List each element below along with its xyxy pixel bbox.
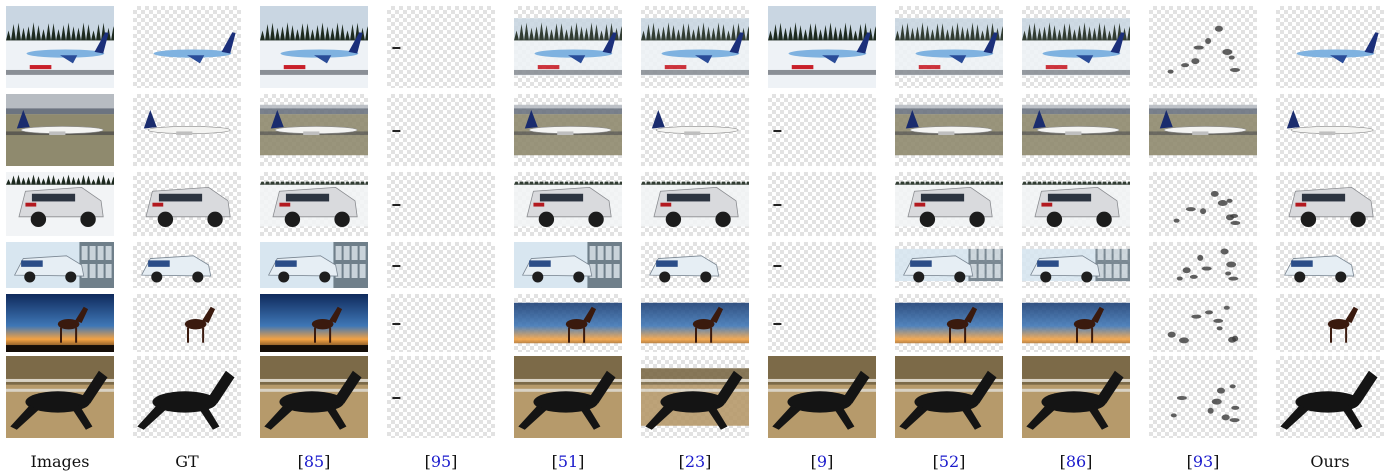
cell-horse-silhouette-col-6 xyxy=(768,294,876,352)
citation-number[interactable]: 93 xyxy=(1193,452,1213,471)
cell-horse-silhouette-col-10 xyxy=(1276,294,1384,352)
cell-car-white-sedan-col-9 xyxy=(1149,242,1257,288)
cell-horse-black-col-0 xyxy=(6,356,114,438)
cell-car-white-sedan-col-1 xyxy=(133,242,241,288)
cell-airplane-white-col-6 xyxy=(768,94,876,166)
cell-airplane-white-col-8 xyxy=(1022,94,1130,166)
cell-airplane-blue-col-5 xyxy=(641,6,749,88)
cell-car-silver-suv-col-10 xyxy=(1276,172,1384,236)
column-label-2[interactable]: [85] xyxy=(254,452,374,472)
cell-horse-silhouette-col-5 xyxy=(641,294,749,352)
cell-horse-silhouette-col-2 xyxy=(260,294,368,352)
cell-car-silver-suv-col-9 xyxy=(1149,172,1257,236)
cell-airplane-blue-col-1 xyxy=(133,6,241,88)
column-label-8[interactable]: [86] xyxy=(1016,452,1136,472)
cell-car-white-sedan-col-7 xyxy=(895,242,1003,288)
cell-horse-silhouette-col-8 xyxy=(1022,294,1130,352)
citation-number[interactable]: 9 xyxy=(817,452,827,471)
cell-airplane-blue-col-6 xyxy=(768,6,876,88)
cell-airplane-blue-col-4 xyxy=(514,6,622,88)
cell-airplane-white-col-4 xyxy=(514,94,622,166)
cell-car-silver-suv-col-6 xyxy=(768,172,876,236)
cell-airplane-white-col-1 xyxy=(133,94,241,166)
cell-car-white-sedan-col-6 xyxy=(768,242,876,288)
comparison-figure: Images GT [85] [95] [51] [23] [9] [52] [86] [93] O… xyxy=(0,0,1384,474)
cell-car-silver-suv-col-0 xyxy=(6,172,114,236)
cell-car-silver-suv-col-3 xyxy=(387,172,495,236)
cell-airplane-blue-col-3 xyxy=(387,6,495,88)
cell-car-white-sedan-col-2 xyxy=(260,242,368,288)
cell-car-silver-suv-col-1 xyxy=(133,172,241,236)
citation-number[interactable]: 23 xyxy=(685,452,705,471)
cell-horse-black-col-10 xyxy=(1276,356,1384,438)
column-label-10: Ours xyxy=(1310,452,1350,471)
citation-number[interactable]: 95 xyxy=(431,452,451,471)
column-label-0: Images xyxy=(30,452,90,471)
cell-airplane-white-col-10 xyxy=(1276,94,1384,166)
cell-horse-silhouette-col-1 xyxy=(133,294,241,352)
cell-horse-black-col-3 xyxy=(387,356,495,438)
cell-horse-black-col-1 xyxy=(133,356,241,438)
citation-number[interactable]: 85 xyxy=(304,452,324,471)
cell-horse-black-col-8 xyxy=(1022,356,1130,438)
column-label-9[interactable]: [93] xyxy=(1143,452,1263,472)
citation-number[interactable]: 51 xyxy=(558,452,578,471)
cell-airplane-white-col-3 xyxy=(387,94,495,166)
cell-airplane-blue-col-2 xyxy=(260,6,368,88)
cell-car-silver-suv-col-2 xyxy=(260,172,368,236)
citation-number[interactable]: 86 xyxy=(1066,452,1086,471)
cell-airplane-blue-col-7 xyxy=(895,6,1003,88)
cell-car-white-sedan-col-4 xyxy=(514,242,622,288)
cell-airplane-blue-col-10 xyxy=(1276,6,1384,88)
cell-airplane-blue-col-8 xyxy=(1022,6,1130,88)
cell-car-silver-suv-col-8 xyxy=(1022,172,1130,236)
cell-horse-black-col-4 xyxy=(514,356,622,438)
column-label-4[interactable]: [51] xyxy=(508,452,628,472)
column-label-1: GT xyxy=(175,452,199,471)
column-label-7[interactable]: [52] xyxy=(889,452,1009,472)
cell-horse-silhouette-col-3 xyxy=(387,294,495,352)
column-label-6[interactable]: [9] xyxy=(762,452,882,472)
cell-horse-black-col-6 xyxy=(768,356,876,438)
column-label-5[interactable]: [23] xyxy=(635,452,755,472)
cell-airplane-white-col-2 xyxy=(260,94,368,166)
cell-car-white-sedan-col-5 xyxy=(641,242,749,288)
cell-car-white-sedan-col-3 xyxy=(387,242,495,288)
cell-horse-silhouette-col-9 xyxy=(1149,294,1257,352)
cell-car-white-sedan-col-0 xyxy=(6,242,114,288)
cell-horse-black-col-9 xyxy=(1149,356,1257,438)
cell-car-white-sedan-col-10 xyxy=(1276,242,1384,288)
cell-horse-black-col-5 xyxy=(641,356,749,438)
cell-airplane-white-col-0 xyxy=(6,94,114,166)
cell-car-silver-suv-col-4 xyxy=(514,172,622,236)
cell-car-silver-suv-col-5 xyxy=(641,172,749,236)
cell-horse-black-col-7 xyxy=(895,356,1003,438)
cell-horse-black-col-2 xyxy=(260,356,368,438)
cell-airplane-white-col-9 xyxy=(1149,94,1257,166)
cell-horse-silhouette-col-0 xyxy=(6,294,114,352)
column-label-3[interactable]: [95] xyxy=(381,452,501,472)
cell-airplane-blue-col-9 xyxy=(1149,6,1257,88)
cell-car-silver-suv-col-7 xyxy=(895,172,1003,236)
cell-horse-silhouette-col-4 xyxy=(514,294,622,352)
cell-car-white-sedan-col-8 xyxy=(1022,242,1130,288)
cell-airplane-white-col-7 xyxy=(895,94,1003,166)
cell-airplane-blue-col-0 xyxy=(6,6,114,88)
cell-horse-silhouette-col-7 xyxy=(895,294,1003,352)
citation-number[interactable]: 52 xyxy=(939,452,959,471)
cell-airplane-white-col-5 xyxy=(641,94,749,166)
